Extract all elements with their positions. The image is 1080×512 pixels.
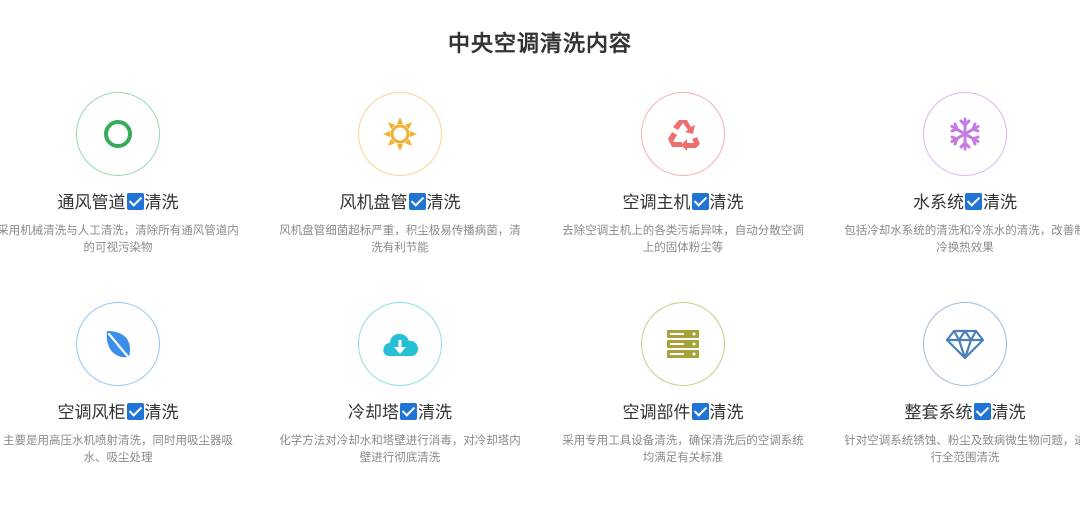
ring-icon: [104, 120, 132, 148]
leaf-icon: [106, 331, 133, 362]
checkbox-icon: [126, 403, 144, 420]
icon-circle: [358, 302, 442, 386]
service-title: 空调风柜 清洗: [57, 403, 179, 423]
service-title: 空调主机 清洗: [622, 193, 744, 213]
service-desc: 采用专用工具设备清洗，确保清洗后的空调系统均满足有关标准: [562, 433, 804, 464]
service-grid: 通风管道 清洗 采用机械清洗与人工清洗，清除所有通风管道内的可视污染物 风机盘管…: [0, 92, 1080, 512]
service-desc: 包括冷却水系统的清洗和冷冻水的清洗，改善制冷换热效果: [844, 223, 1080, 254]
service-card-components: 空调部件 清洗 采用专用工具设备清洗，确保清洗后的空调系统均满足有关标准: [548, 302, 818, 466]
checkbox-icon: [965, 193, 982, 210]
service-row-2: 空调风柜 清洗 主要是用高压水机喷射清洗，同时用吸尘器吸水、吸尘处理 冷却塔 清洗 …: [0, 302, 1080, 512]
icon-circle: [641, 92, 725, 176]
service-card-air-cabinet: 空调风柜 清洗 主要是用高压水机喷射清洗，同时用吸尘器吸水、吸尘处理: [0, 302, 253, 466]
icon-circle: [923, 302, 1007, 386]
service-card-fan-coil: 风机盘管 清洗 风机盘管细菌超标严重，积尘极易传播病菌，清洗有利节能: [265, 92, 535, 256]
icon-circle: [641, 302, 725, 386]
service-card-duct: 通风管道 清洗 采用机械清洗与人工清洗，清除所有通风管道内的可视污染物: [0, 92, 253, 256]
checkbox-icon: [691, 403, 709, 420]
service-title: 冷却塔 清洗: [348, 403, 452, 423]
checkbox-icon: [408, 193, 426, 210]
diamond-icon: [945, 329, 985, 360]
icon-circle: [923, 92, 1007, 176]
icon-circle: [76, 92, 160, 176]
service-card-whole-system: 整套系统 清洗 针对空调系统锈蚀、粉尘及致病微生物问题，进行全范围清洗: [830, 302, 1080, 466]
service-desc: 针对空调系统锈蚀、粉尘及致病微生物问题，进行全范围清洗: [844, 433, 1080, 464]
service-title: 风机盘管 清洗: [339, 193, 461, 213]
sun-icon: [383, 117, 417, 151]
icon-circle: [76, 302, 160, 386]
service-desc: 去除空调主机上的各类污垢异味，自动分散空调上的固体粉尘等: [562, 223, 804, 254]
service-row-1: 通风管道 清洗 采用机械清洗与人工清洗，清除所有通风管道内的可视污染物 风机盘管…: [0, 92, 1080, 302]
page-title: 中央空调清洗内容: [447, 32, 632, 57]
service-desc: 主要是用高压水机喷射清洗，同时用吸尘器吸水、吸尘处理: [3, 433, 233, 464]
service-title: 通风管道 清洗: [57, 193, 179, 213]
icon-circle: [358, 92, 442, 176]
recycle-icon: [668, 120, 700, 151]
service-card-main-unit: 空调主机 清洗 去除空调主机上的各类污垢异味，自动分散空调上的固体粉尘等: [548, 92, 818, 256]
checkbox-icon: [691, 193, 709, 210]
service-card-water-system: 水系统 清洗 包括冷却水系统的清洗和冷冻水的清洗，改善制冷换热效果: [830, 92, 1080, 256]
server-icon: [667, 330, 699, 358]
checkbox-icon: [126, 193, 144, 210]
service-desc: 采用机械清洗与人工清洗，清除所有通风管道内的可视污染物: [0, 223, 239, 254]
service-title: 空调部件 清洗: [622, 403, 744, 423]
checkbox-icon: [973, 403, 991, 420]
checkbox-icon: [400, 403, 417, 420]
service-title: 水系统 清洗: [913, 193, 1017, 213]
cloud-download-icon: [383, 333, 418, 356]
service-desc: 风机盘管细菌超标严重，积尘极易传播病菌，清洗有利节能: [279, 223, 521, 254]
service-desc: 化学方法对冷却水和塔壁进行消毒，对冷却塔内壁进行彻底清洗: [279, 433, 521, 464]
service-card-cooling-tower: 冷却塔 清洗 化学方法对冷却水和塔壁进行消毒，对冷却塔内壁进行彻底清洗: [265, 302, 535, 466]
service-title: 整套系统 清洗: [904, 403, 1026, 423]
snowflake-icon: [950, 117, 980, 151]
